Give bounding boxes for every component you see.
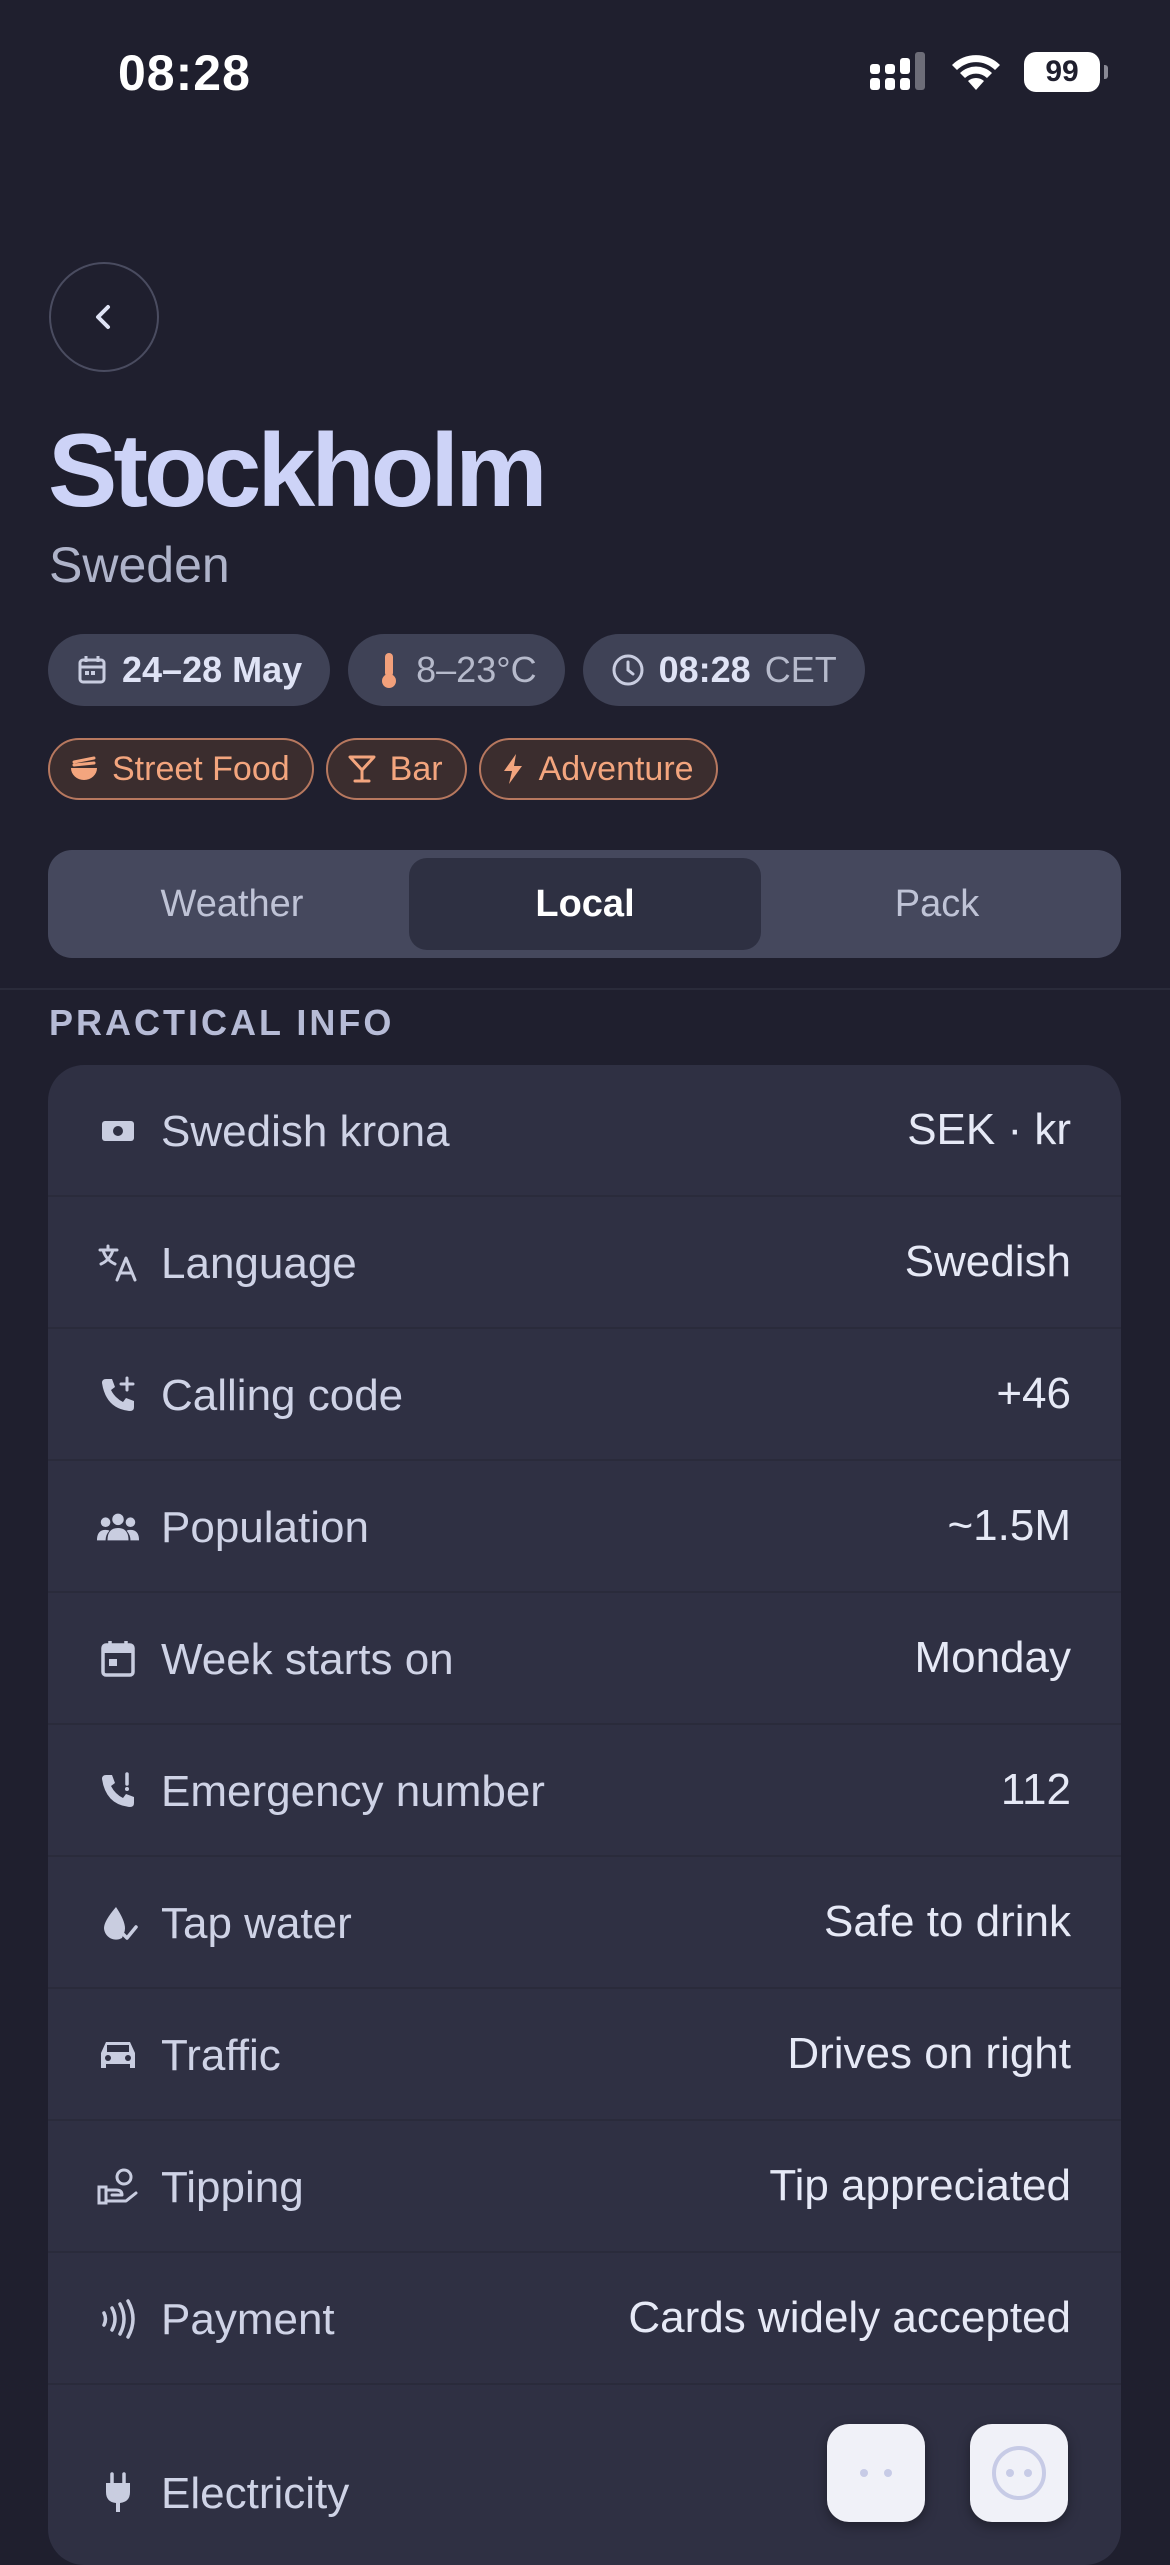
contactless-icon (96, 2297, 140, 2341)
info-label: Population (161, 1503, 369, 1552)
dates-chip: 24–28 May (48, 634, 331, 706)
face-icon (992, 2446, 1046, 2500)
info-value: Cards widely accepted (628, 2293, 1071, 2342)
temperature-text: 8–23°C (416, 649, 537, 690)
info-value: ~1.5M (947, 1501, 1071, 1550)
water-drop-icon (96, 1901, 140, 1945)
practical-info-card: Swedish krona SEK · kr Language Swedish … (48, 1065, 1121, 2565)
tag-label: Adventure (538, 749, 694, 788)
tab-pack[interactable]: Pack (761, 858, 1113, 950)
banknote-icon (96, 1109, 140, 1153)
chevron-left-icon (96, 305, 110, 329)
local-time-text: 08:28 (658, 649, 751, 690)
section-title: PRACTICAL INFO (49, 1002, 395, 1043)
info-label: Tap water (161, 1899, 352, 1948)
info-label: Language (161, 1239, 357, 1288)
tab-bar: Weather Local Pack (48, 850, 1121, 958)
info-row-week-start: Week starts on Monday (48, 1593, 1121, 1725)
info-value: Swedish (904, 1237, 1071, 1286)
tab-weather[interactable]: Weather (56, 858, 408, 950)
tag-label: Bar (389, 749, 443, 788)
local-time-chip: 08:28 CET (582, 634, 865, 706)
info-value: SEK · kr (907, 1105, 1071, 1154)
info-value: 112 (1000, 1765, 1071, 1814)
dots-icon (860, 2469, 892, 2477)
info-value: Monday (914, 1633, 1071, 1682)
info-label: Swedish krona (161, 1107, 450, 1156)
info-chips: 24–28 May 8–23°C 08:28 CET (48, 634, 865, 706)
calendar-icon (96, 1637, 140, 1681)
info-value: +46 (996, 1369, 1071, 1418)
clock-icon (612, 654, 644, 686)
info-row-electricity: Electricity (48, 2385, 1121, 2565)
info-row-payment: Payment Cards widely accepted (48, 2253, 1121, 2385)
temperature-chip: 8–23°C (348, 634, 565, 706)
plug-icon (96, 2471, 140, 2515)
tag-street-food[interactable]: Street Food (48, 738, 314, 800)
status-icons: 99 (870, 52, 1108, 92)
info-row-calling-code: Calling code +46 (48, 1329, 1121, 1461)
info-row-tipping: Tipping Tip appreciated (48, 2121, 1121, 2253)
battery-indicator: 99 (1024, 52, 1108, 92)
phone-alert-icon (96, 1769, 140, 1813)
trip-tags: Street Food Bar Adventure (48, 738, 718, 800)
info-row-tap-water: Tap water Safe to drink (48, 1857, 1121, 1989)
page-subtitle: Sweden (49, 537, 230, 593)
phone-plus-icon (96, 1373, 140, 1417)
header-divider (0, 988, 1170, 990)
info-label: Emergency number (161, 1767, 545, 1816)
info-row-traffic: Traffic Drives on right (48, 1989, 1121, 2121)
info-row-emergency: Emergency number 112 (48, 1725, 1121, 1857)
cocktail-icon (348, 755, 376, 783)
tag-bar[interactable]: Bar (325, 738, 467, 800)
info-label: Calling code (161, 1371, 404, 1420)
tag-adventure[interactable]: Adventure (478, 738, 718, 800)
translate-icon (96, 1241, 140, 1285)
page-title: Stockholm (48, 413, 548, 529)
bolt-icon (503, 754, 522, 784)
info-row-currency: Swedish krona SEK · kr (48, 1065, 1121, 1197)
status-time: 08:28 (118, 45, 251, 101)
info-label: Week starts on (161, 1635, 454, 1684)
battery-level: 99 (1045, 55, 1079, 88)
people-icon (96, 1505, 140, 1549)
thermometer-icon (382, 653, 397, 688)
hand-coin-icon (96, 2165, 140, 2209)
floating-action-button-1[interactable] (827, 2424, 925, 2522)
tab-local[interactable]: Local (409, 858, 761, 950)
info-value: Tip appreciated (769, 2161, 1071, 2210)
signal-icon (870, 52, 925, 90)
noodle-bowl-icon (71, 756, 97, 780)
floating-action-button-2[interactable] (970, 2424, 1068, 2522)
back-button[interactable] (49, 262, 159, 372)
calendar-icon (78, 656, 106, 684)
info-label: Electricity (161, 2469, 350, 2518)
info-label: Payment (161, 2295, 335, 2344)
info-value: Drives on right (787, 2029, 1071, 2078)
info-label: Traffic (161, 2031, 281, 2080)
info-row-population: Population ~1.5M (48, 1461, 1121, 1593)
info-row-language: Language Swedish (48, 1197, 1121, 1329)
dates-text: 24–28 May (122, 649, 303, 690)
car-icon (96, 2033, 140, 2077)
info-label: Tipping (161, 2163, 304, 2212)
info-value: Safe to drink (823, 1897, 1071, 1946)
tag-label: Street Food (112, 749, 290, 788)
timezone-text: CET (764, 649, 837, 690)
wifi-icon (952, 55, 1000, 90)
